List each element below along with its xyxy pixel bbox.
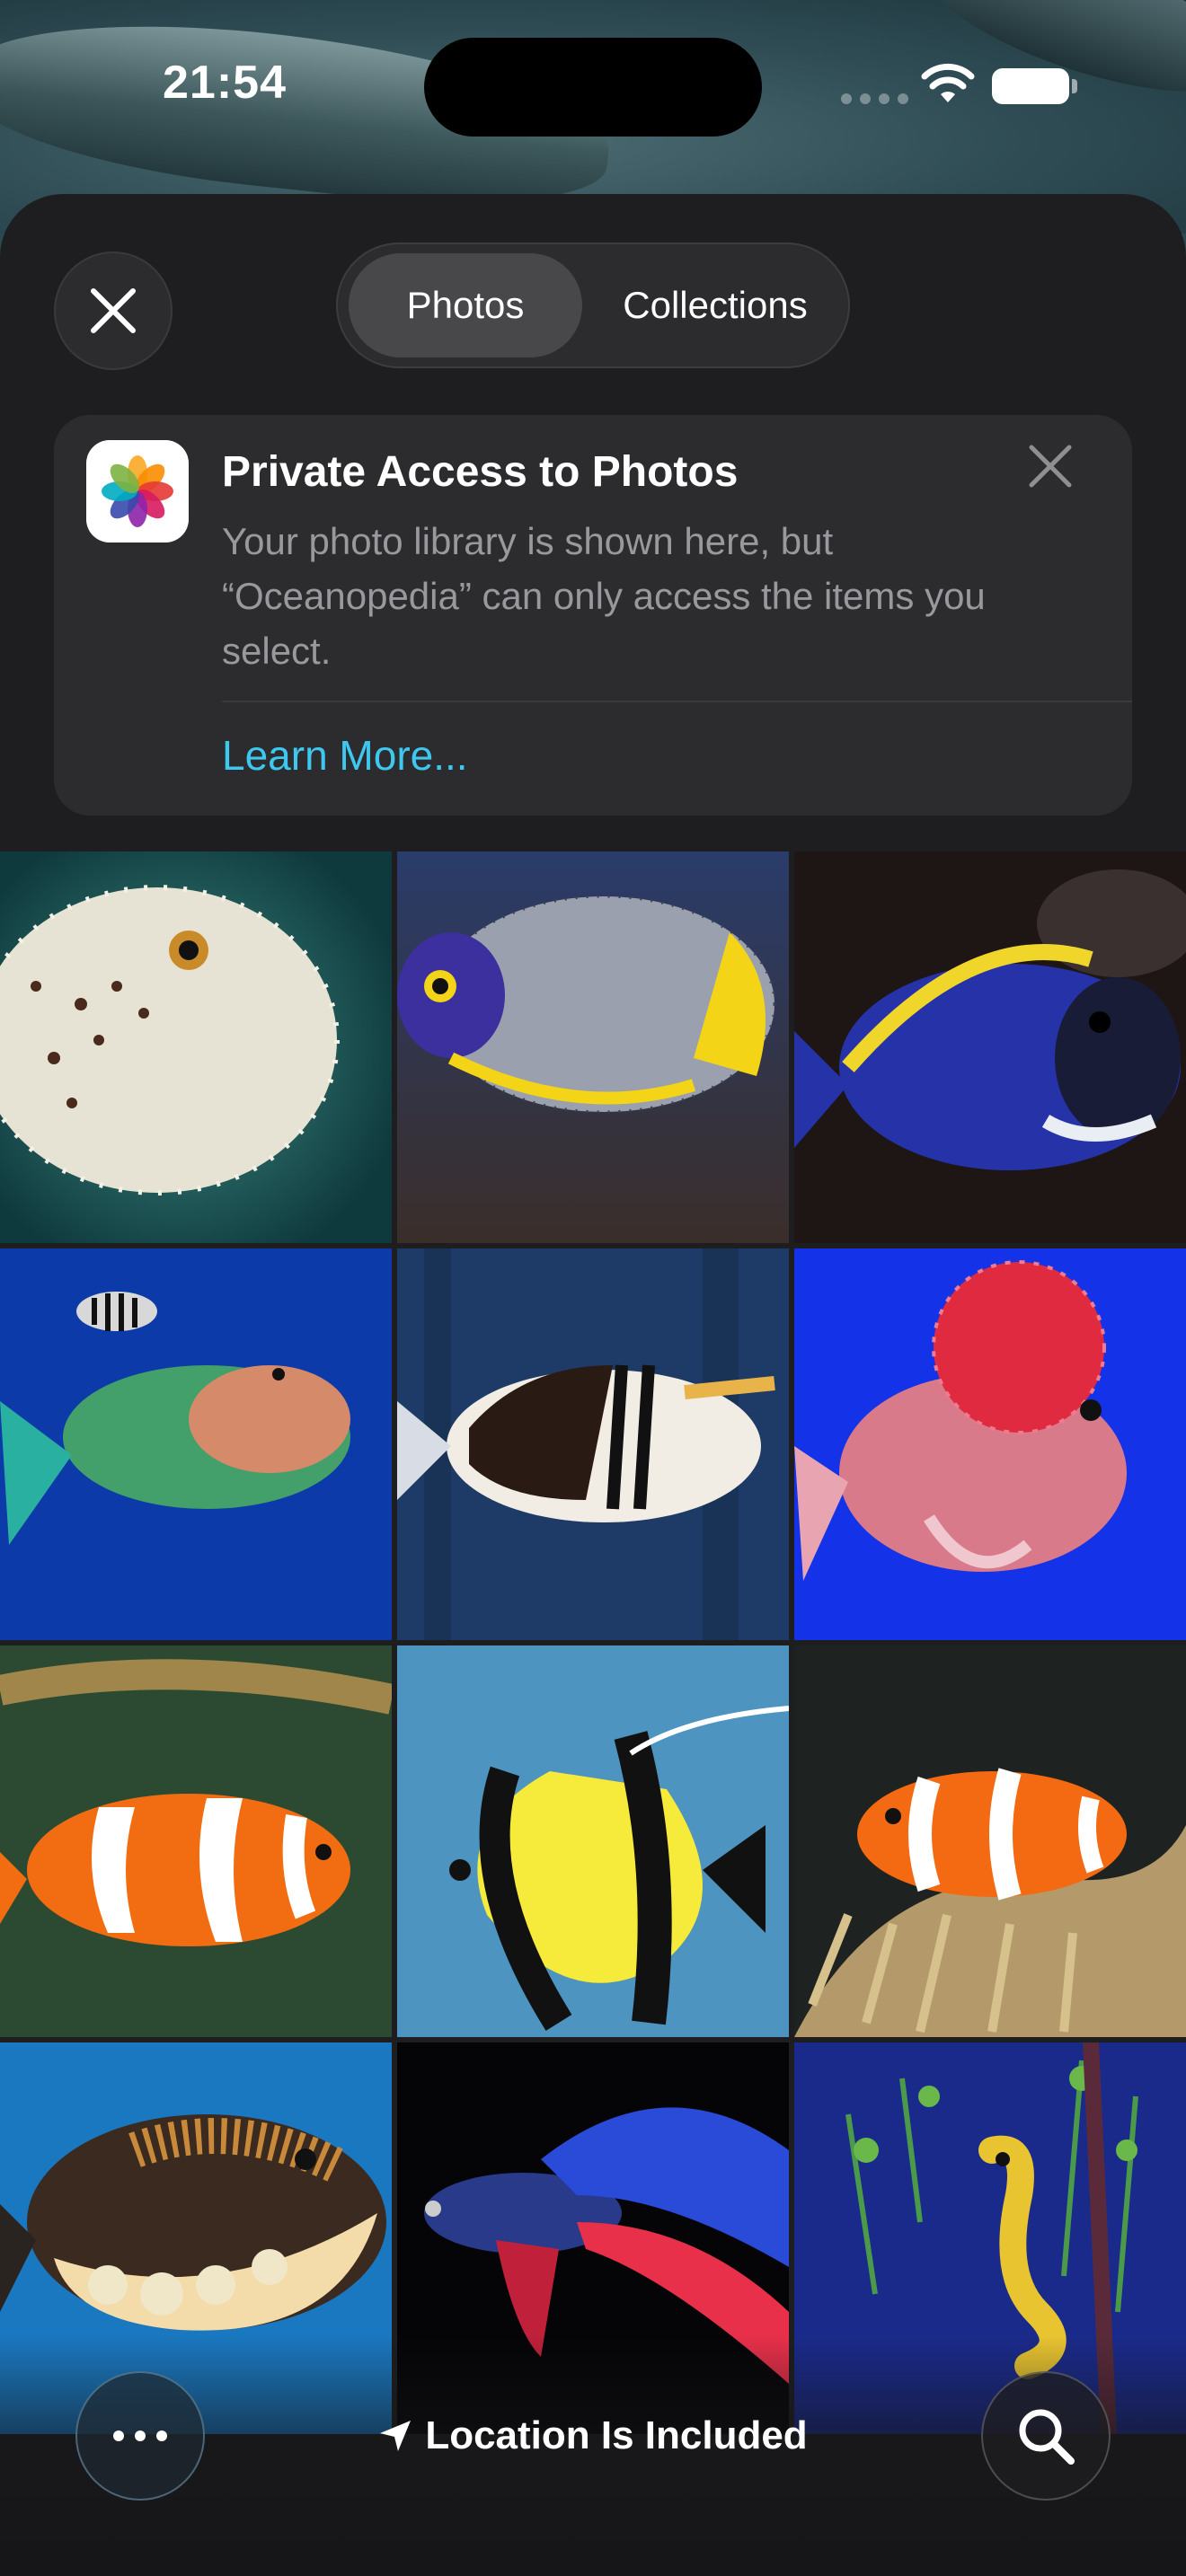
- close-icon: [91, 288, 136, 333]
- photo-tile[interactable]: [794, 1645, 1186, 2037]
- photo-picker-sheet: Photos Collections Private Access to Pho…: [0, 194, 1186, 2576]
- photo-tile[interactable]: [397, 1645, 789, 2037]
- photo-tile[interactable]: [0, 1645, 392, 2037]
- wifi-icon: [921, 63, 975, 102]
- dynamic-island: [424, 38, 762, 137]
- location-included-toggle[interactable]: Location Is Included: [377, 2409, 809, 2463]
- private-access-banner: Private Access to Photos Your photo libr…: [54, 415, 1132, 816]
- more-options-button[interactable]: [75, 2371, 205, 2501]
- banner-title: Private Access to Photos: [222, 448, 739, 496]
- photo-tile[interactable]: [397, 1248, 789, 1640]
- close-button[interactable]: [54, 251, 173, 370]
- banner-close-icon[interactable]: [1026, 442, 1075, 490]
- tab-collections[interactable]: Collections: [593, 253, 837, 357]
- picker-segmented-control: Photos Collections: [336, 243, 850, 368]
- search-button[interactable]: [981, 2371, 1111, 2501]
- location-arrow-icon: [380, 2421, 412, 2451]
- location-label: Location Is Included: [425, 2413, 808, 2457]
- banner-body: Your photo library is shown here, but “O…: [222, 520, 986, 672]
- ellipsis-icon: [113, 2430, 124, 2441]
- tab-photos[interactable]: Photos: [349, 253, 582, 357]
- status-time: 21:54: [163, 57, 287, 109]
- photo-tile[interactable]: [794, 851, 1186, 1243]
- search-icon: [1019, 2409, 1075, 2465]
- photo-tile[interactable]: [794, 1248, 1186, 1640]
- battery-cap: [1072, 79, 1077, 93]
- status-bar: 21:54: [0, 0, 1186, 180]
- banner-divider: [222, 701, 1132, 702]
- battery-icon: [992, 68, 1069, 104]
- cellular-signal-icon: [841, 93, 908, 104]
- photo-tile[interactable]: [397, 851, 789, 1243]
- photos-app-icon: [86, 440, 189, 543]
- photo-tile[interactable]: [0, 851, 392, 1243]
- learn-more-link[interactable]: Learn More...: [222, 731, 468, 780]
- photo-tile[interactable]: [0, 1248, 392, 1640]
